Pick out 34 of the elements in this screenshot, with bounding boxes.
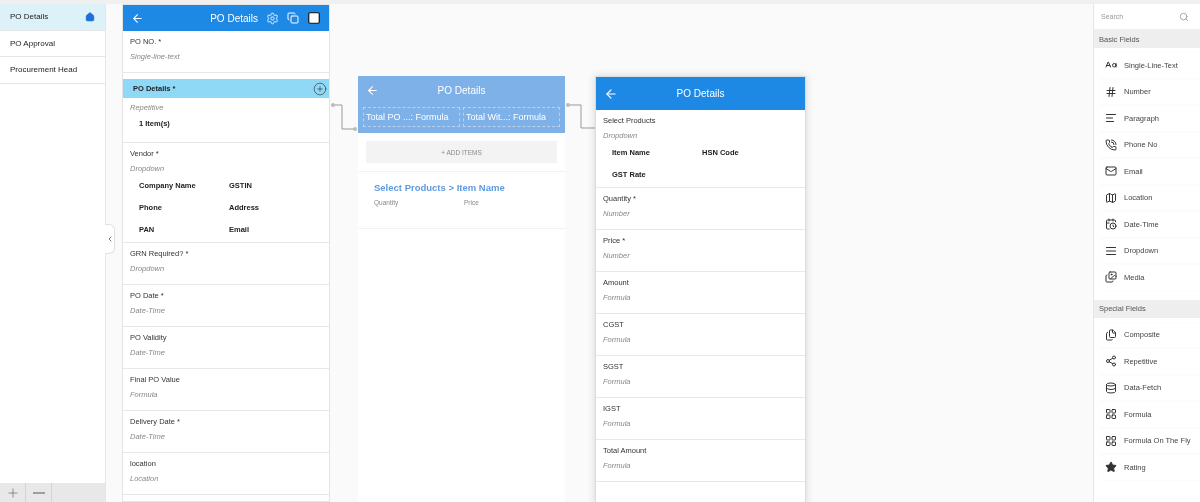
lines-icon <box>1105 244 1117 257</box>
preview-title: PO Details <box>436 84 487 96</box>
branch-icon <box>1105 355 1117 368</box>
database-icon <box>1105 381 1117 394</box>
item-title: Select Products > Item Name <box>374 182 506 193</box>
images-icon <box>1105 271 1117 284</box>
settings-button[interactable] <box>266 11 279 25</box>
home-icon <box>85 11 95 22</box>
star-icon <box>1105 461 1117 474</box>
terminal-button[interactable] <box>307 11 321 25</box>
copy-button[interactable] <box>287 12 299 24</box>
calendar-clock-icon <box>1105 218 1117 231</box>
detail-title: PO Details <box>675 88 726 99</box>
connector-line <box>330 102 358 132</box>
connector-line <box>565 102 595 130</box>
minus-icon <box>32 491 45 494</box>
paragraph-icon <box>1105 112 1117 125</box>
formula-chip: Total Wit...: Formula <box>463 107 560 127</box>
plus-icon <box>5 485 20 500</box>
grid-icon <box>1105 434 1117 447</box>
back-button[interactable] <box>131 11 144 25</box>
hash-icon <box>1105 85 1117 98</box>
map-icon <box>1105 191 1117 204</box>
envelope-icon <box>1105 165 1117 178</box>
formula-chip: Total PO ...: Formula <box>363 107 460 127</box>
back-arrow-icon <box>366 83 379 97</box>
back-button[interactable] <box>604 86 618 101</box>
add-icon[interactable] <box>313 81 327 96</box>
form-title: PO Details <box>209 12 258 24</box>
phone-icon <box>1105 138 1117 151</box>
grid-icon <box>1105 408 1117 421</box>
sidebar-item[interactable]: PO Details <box>0 4 105 31</box>
documents-icon <box>1105 328 1117 341</box>
search-icon <box>1179 11 1189 22</box>
